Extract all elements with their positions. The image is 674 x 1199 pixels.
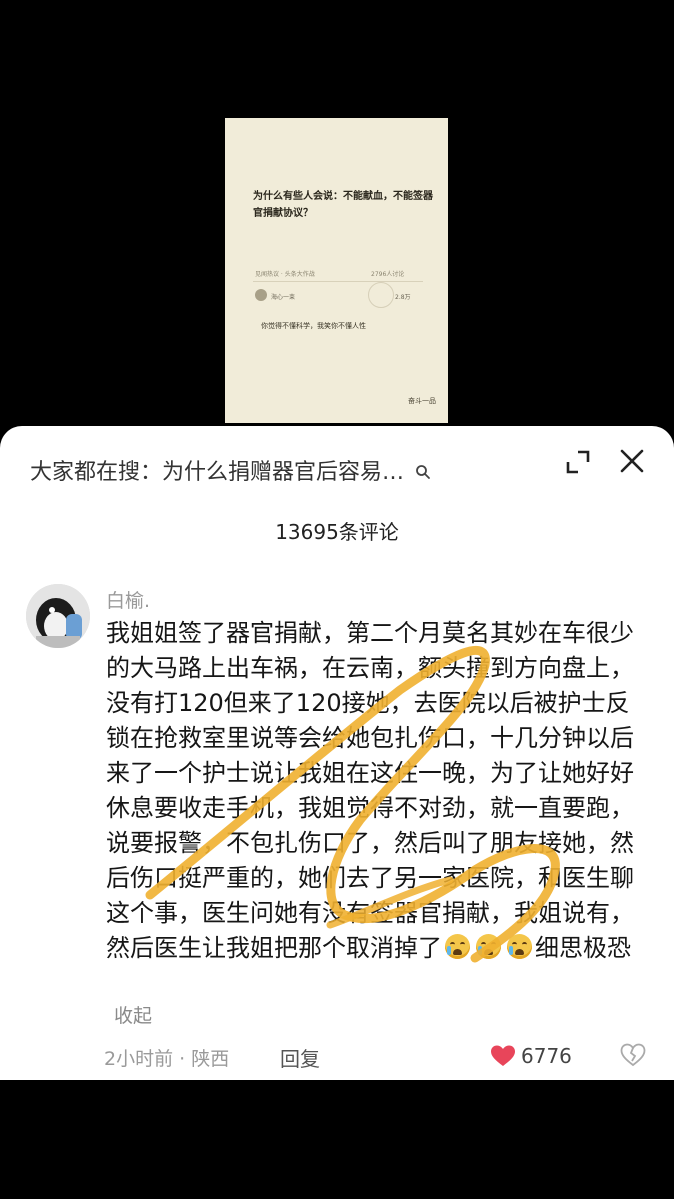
heart-icon [491,1045,515,1066]
comment-text-main: 我姐姐签了器官捐献，第二个月莫名其妙在车很少的大马路上出车祸，在云南，额头撞到方… [106,619,634,962]
thumbnail-stamp [368,282,394,308]
comment-time-location: 2小时前 · 陕西 [104,1048,230,1070]
comment-text: 我姐姐签了器官捐献，第二个月莫名其妙在车很少的大马路上出车祸，在云南，额头撞到方… [106,616,646,966]
crying-face-emoji [476,934,501,959]
thumbnail-logo: 奋斗一品 [408,397,436,405]
search-suggestion-text: 大家都在搜：为什么捐赠器官后容易… [30,460,405,485]
search-suggestion[interactable]: 大家都在搜：为什么捐赠器官后容易… [30,454,431,486]
comment-username[interactable]: 白榆. [106,586,150,613]
comment-sheet: 大家都在搜：为什么捐赠器官后容易… 13695条评论 白榆. 我姐姐签了器官捐献… [0,426,674,1080]
avatar[interactable] [26,584,90,648]
like-count: 6776 [521,1044,572,1068]
thumbnail-question: 为什么有些人会说：不能献血，不能签器官捐献协议？ [253,191,433,219]
embedded-screenshot: 为什么有些人会说：不能献血，不能签器官捐献协议？ 见闻热议 · 头条大作战 27… [225,118,448,423]
like-button[interactable]: 6776 [490,1042,572,1070]
thumbnail-comment: 你觉得不懂科学，我笑你不懂人性 [261,322,366,330]
thumbnail-meta-right: 2796人讨论 [371,271,405,278]
thumbnail-meta-left: 见闻热议 · 头条大作战 [255,271,315,278]
search-icon [416,465,430,479]
broken-heart-icon[interactable] [620,1042,646,1068]
comment-text-tail: 细思极恐 [535,934,631,962]
collapse-button[interactable]: 收起 [114,1001,152,1028]
thumbnail-avatar [255,289,267,301]
crying-face-emoji [445,934,470,959]
expand-icon[interactable] [562,446,594,478]
close-icon[interactable] [615,444,649,478]
reply-button[interactable]: 回复 [280,1043,320,1072]
avatar-image [26,584,90,648]
comments-count: 13695条评论 [275,520,399,544]
thumbnail-divider [253,281,423,282]
thumbnail-likes: 2.8万 [395,294,411,301]
crying-face-emoji [507,934,532,959]
thumbnail-username: 海心一束 [271,294,296,301]
